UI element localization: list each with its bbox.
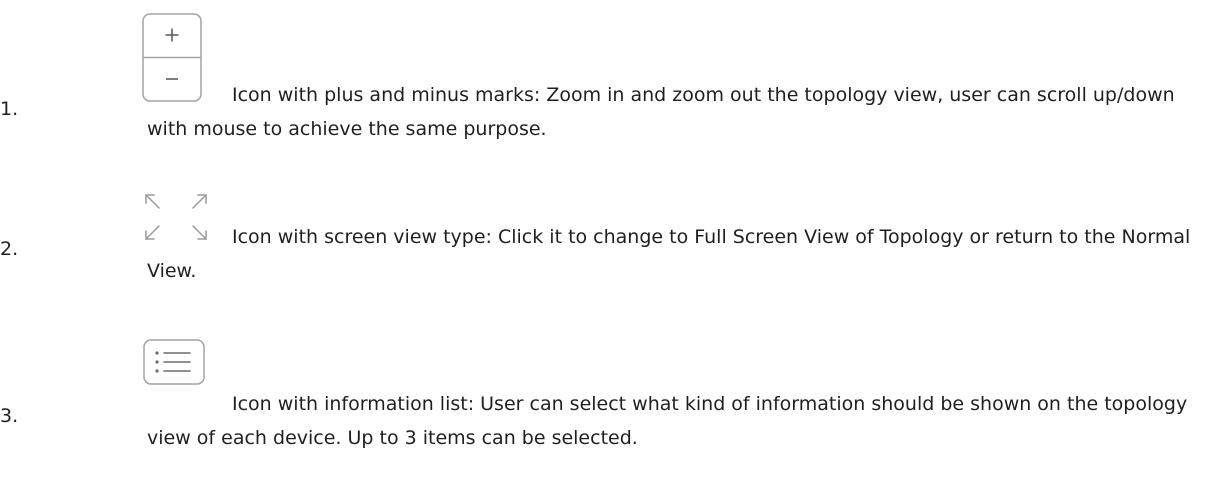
- item-description: Icon with screen view type: Click it to …: [147, 226, 1191, 282]
- item-number: 1.: [0, 98, 19, 120]
- info-list-icon: [143, 339, 205, 385]
- item-description: Icon with plus and minus marks: Zoom in …: [147, 84, 1175, 140]
- item-number: 2.: [0, 238, 19, 260]
- item-number: 3.: [0, 405, 19, 427]
- item-description: Icon with information list: User can sel…: [147, 393, 1188, 449]
